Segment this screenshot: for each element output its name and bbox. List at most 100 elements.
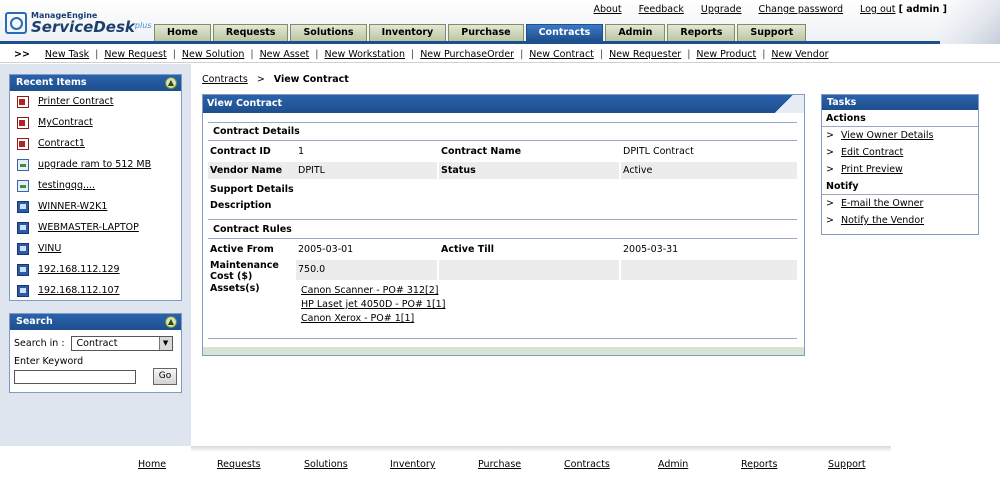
new-asset-link[interactable]: New Asset	[260, 49, 310, 60]
computer-icon	[17, 242, 29, 255]
view-contract-panel: View Contract Contract Details Contract …	[202, 94, 805, 356]
change-password-link[interactable]: Change password	[758, 4, 843, 15]
breadcrumb-current: View Contract	[273, 74, 349, 85]
tab-support[interactable]: Support	[737, 24, 807, 41]
tab-inventory[interactable]: Inventory	[368, 24, 447, 41]
search-title: Search	[16, 316, 53, 327]
recent-item-link[interactable]: Printer Contract	[38, 96, 114, 107]
sidebar: Recent Items ▲ Printer Contract MyContra…	[0, 64, 191, 446]
about-link[interactable]: About	[594, 4, 622, 15]
tab-admin[interactable]: Admin	[605, 24, 666, 41]
header: ManageEngine ServiceDeskplus About Feedb…	[0, 0, 1000, 44]
new-request-link[interactable]: New Request	[104, 49, 166, 60]
footer-contracts-link[interactable]: Contracts	[564, 459, 610, 470]
contract-row: Vendor Name DPITL Status Active	[208, 162, 797, 179]
panel-footer	[203, 347, 804, 355]
new-purchaseorder-link[interactable]: New PurchaseOrder	[420, 49, 514, 60]
new-solution-link[interactable]: New Solution	[182, 49, 244, 60]
computer-icon	[17, 200, 29, 213]
tab-solutions[interactable]: Solutions	[290, 24, 367, 41]
view-owner-details-link[interactable]: View Owner Details	[841, 130, 934, 141]
footer-requests-link[interactable]: Requests	[217, 459, 261, 470]
status-label: Status	[439, 162, 619, 179]
recent-item-link[interactable]: Contract1	[38, 138, 85, 149]
contract-icon	[17, 95, 29, 108]
computer-icon	[17, 263, 29, 276]
new-workstation-link[interactable]: New Workstation	[325, 49, 406, 60]
new-contract-link[interactable]: New Contract	[529, 49, 594, 60]
active-till-value: 2005-03-31	[623, 244, 679, 255]
computer-icon	[17, 284, 29, 297]
list-item: Contract1	[10, 133, 181, 154]
main-tabs: Home Requests Solutions Inventory Purcha…	[154, 24, 807, 41]
tab-contracts[interactable]: Contracts	[525, 24, 604, 41]
recent-item-link[interactable]: 192.168.112.129	[38, 264, 120, 275]
new-task-link[interactable]: New Task	[45, 49, 89, 60]
footer-divider	[191, 446, 891, 452]
status-value: Active	[621, 162, 797, 179]
list-item: VINU	[10, 238, 181, 259]
request-icon	[17, 179, 29, 192]
go-button[interactable]: Go	[153, 368, 177, 385]
recent-items-title: Recent Items	[16, 77, 87, 88]
recent-item-link[interactable]: upgrade ram to 512 MB	[38, 159, 151, 170]
list-item: 192.168.112.107	[10, 280, 181, 301]
contract-rules-title: Contract Rules	[213, 224, 292, 235]
new-product-link[interactable]: New Product	[696, 49, 756, 60]
asset-link[interactable]: HP Laset jet 4050D - PO# 1[1]	[301, 299, 445, 310]
footer-purchase-link[interactable]: Purchase	[478, 459, 521, 470]
tasks-title: Tasks	[822, 95, 978, 110]
maintenance-cost-label: Maintenance Cost ($)	[210, 260, 279, 282]
logo-icon	[5, 12, 27, 34]
list-item: 192.168.112.129	[10, 259, 181, 280]
recent-item-link[interactable]: 192.168.112.107	[38, 285, 120, 296]
footer-reports-link[interactable]: Reports	[741, 459, 777, 470]
logout-link[interactable]: Log out	[860, 4, 896, 15]
tab-home[interactable]: Home	[154, 24, 211, 41]
recent-item-link[interactable]: MyContract	[38, 117, 93, 128]
feedback-link[interactable]: Feedback	[639, 4, 684, 15]
new-requester-link[interactable]: New Requester	[609, 49, 681, 60]
tab-reports[interactable]: Reports	[667, 24, 736, 41]
contract-row: Support Details	[208, 181, 797, 198]
active-from-label: Active From	[210, 244, 274, 255]
footer-support-link[interactable]: Support	[828, 459, 866, 470]
recent-item-link[interactable]: VINU	[38, 243, 61, 254]
keyword-input[interactable]	[14, 370, 136, 384]
notify-title: Notify	[822, 178, 978, 195]
footer-admin-link[interactable]: Admin	[658, 459, 688, 470]
collapse-icon[interactable]: ▲	[165, 77, 177, 89]
edit-contract-link[interactable]: Edit Contract	[841, 147, 903, 158]
collapse-icon[interactable]: ▲	[165, 316, 177, 328]
upgrade-link[interactable]: Upgrade	[701, 4, 742, 15]
recent-items-panel: Recent Items ▲ Printer Contract MyContra…	[9, 74, 182, 301]
vendor-name-label: Vendor Name	[208, 162, 296, 179]
footer-inventory-link[interactable]: Inventory	[390, 459, 435, 470]
recent-item-link[interactable]: WEBMASTER-LAPTOP	[38, 222, 139, 233]
print-preview-link[interactable]: Print Preview	[841, 164, 903, 175]
breadcrumb: Contracts > View Contract	[202, 74, 349, 85]
recent-item-link[interactable]: WINNER-W2K1	[38, 201, 107, 212]
search-module-select[interactable]: Contract ▼	[70, 336, 173, 351]
active-till-label: Active Till	[441, 244, 494, 255]
logo[interactable]: ManageEngine ServiceDeskplus	[5, 10, 151, 36]
new-vendor-link[interactable]: New Vendor	[771, 49, 828, 60]
contract-row: Active From 2005-03-01 Active Till 2005-…	[208, 241, 797, 258]
breadcrumb-contracts-link[interactable]: Contracts	[202, 74, 248, 85]
logo-plus: plus	[134, 20, 152, 30]
asset-link[interactable]: Canon Xerox - PO# 1[1]	[301, 313, 414, 324]
tab-requests[interactable]: Requests	[212, 24, 289, 41]
footer-home-link[interactable]: Home	[138, 459, 166, 470]
maintenance-cost-value: 750.0	[296, 260, 437, 280]
list-item: upgrade ram to 512 MB	[10, 154, 181, 175]
email-owner-link[interactable]: E-mail the Owner	[841, 198, 923, 209]
notify-vendor-link[interactable]: Notify the Vendor	[841, 215, 924, 226]
recent-item-link[interactable]: testingqq....	[38, 180, 95, 191]
asset-link[interactable]: Canon Scanner - PO# 312[2]	[301, 285, 438, 296]
computer-icon	[17, 221, 29, 234]
contract-id-label: Contract ID	[210, 146, 271, 157]
footer-solutions-link[interactable]: Solutions	[304, 459, 348, 470]
chevron-down-icon: ▼	[158, 337, 172, 350]
tab-purchase[interactable]: Purchase	[448, 24, 524, 41]
contract-row: Description	[208, 197, 797, 214]
